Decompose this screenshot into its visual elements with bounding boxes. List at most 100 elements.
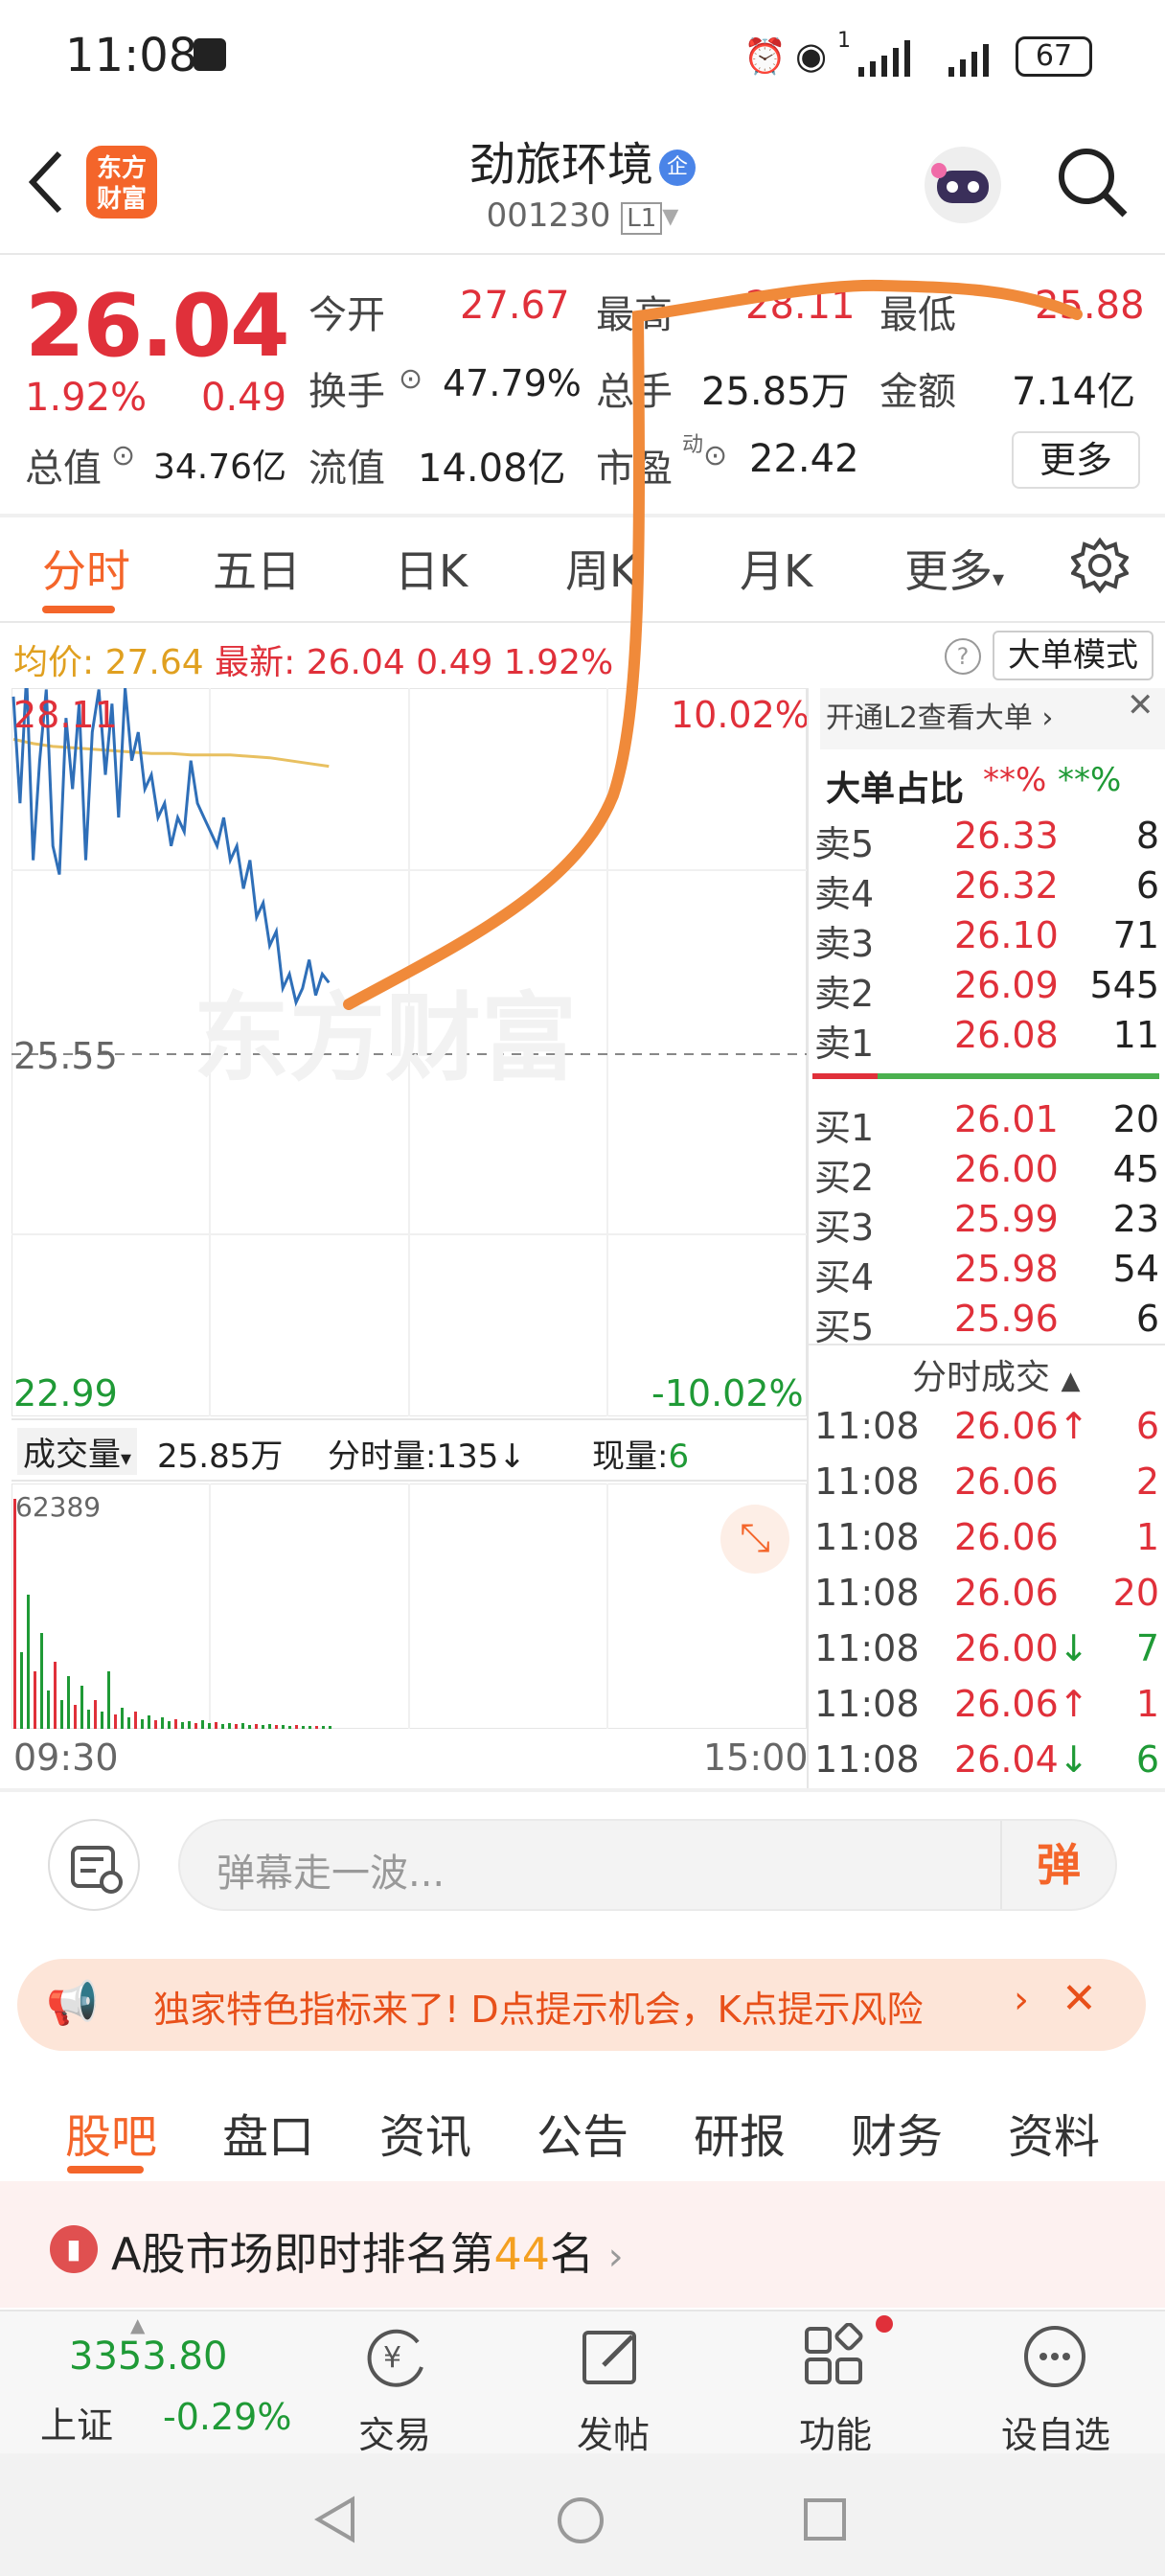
volume-bar (248, 1725, 251, 1729)
bid-volume: 54 (1112, 1248, 1159, 1290)
system-home-icon[interactable] (556, 2496, 605, 2545)
search-icon[interactable] (1054, 144, 1131, 220)
tab-daily-k[interactable]: 日K (395, 537, 468, 600)
l2-header[interactable]: 开通L2查看大单 › (820, 688, 1165, 749)
tick-price: 26.06 (954, 1460, 1059, 1503)
latest-value: 26.04 (306, 643, 405, 682)
ratio-bar-red (812, 1073, 878, 1079)
signal-icon-2 (948, 44, 989, 77)
caret-up-icon: ▲ (1061, 1367, 1081, 1395)
more-button[interactable]: 更多 (1012, 431, 1140, 489)
expand-icon[interactable]: ⤡ (720, 1505, 789, 1574)
functions-icon[interactable] (801, 2323, 868, 2390)
trade-icon[interactable]: ¥ (360, 2323, 431, 2390)
bid-price: 25.99 (954, 1198, 1059, 1240)
nav-post[interactable]: 发帖 (537, 2405, 690, 2458)
ask-row[interactable]: 卖3 26.10 71 (812, 914, 1159, 965)
tick-volume: 6 (1135, 1405, 1159, 1447)
ask-row[interactable]: 卖1 26.08 11 (812, 1014, 1159, 1065)
danmu-settings-icon[interactable] (48, 1819, 140, 1911)
intraday-price-chart[interactable]: 东方财富 (11, 688, 807, 1416)
low-label: 最低 (879, 293, 956, 337)
tab-finance[interactable]: 财务 (851, 2099, 943, 2166)
volume-bar (181, 1722, 184, 1729)
chevron-right-icon: › (607, 2235, 624, 2279)
tab-intraday[interactable]: 分时 (42, 537, 130, 600)
level-badge: L1 (621, 202, 663, 235)
tab-five-day[interactable]: 五日 (213, 537, 301, 600)
ask-price: 26.10 (954, 914, 1059, 956)
tab-profile[interactable]: 资料 (1008, 2099, 1100, 2166)
tick-time: 11:08 (814, 1405, 920, 1447)
ask-row[interactable]: 卖5 26.33 8 (812, 815, 1159, 865)
ticks-header[interactable]: 分时成交 ▲ (912, 1349, 1080, 1399)
ask-row[interactable]: 卖4 26.32 6 (812, 864, 1159, 915)
pe-sup: 动 (682, 433, 704, 457)
help-icon[interactable]: ? (945, 638, 981, 675)
volume-selector[interactable]: 成交量▾ (17, 1428, 138, 1475)
big-order-mode-button[interactable]: 大单模式 (993, 631, 1154, 680)
volume-bar (201, 1720, 204, 1729)
mktcap-label: 总值 (25, 447, 102, 491)
divider (0, 1788, 1165, 1792)
bid-row[interactable]: 买5 25.96 6 (812, 1298, 1159, 1348)
danmu-input[interactable]: 弹幕走一波... 弹 (178, 1819, 1117, 1911)
system-recents-icon[interactable] (803, 2497, 847, 2542)
ask-row[interactable]: 卖2 26.09 545 (812, 964, 1159, 1015)
promo-banner[interactable]: 📢 独家特色指标来了! D点提示机会，K点提示风险 › ✕ (17, 1959, 1146, 2051)
robot-assistant-icon[interactable] (920, 142, 1006, 228)
tab-more[interactable]: 更多▾ (904, 537, 1004, 600)
rank-banner[interactable]: ▮ A股市场即时排名第44名 › (0, 2181, 1165, 2308)
volume-bar (47, 1690, 50, 1729)
tick-time: 11:08 (814, 1627, 920, 1669)
volume-bar (262, 1725, 264, 1729)
close-icon[interactable]: ✕ (1062, 1974, 1097, 2023)
tab-announcements[interactable]: 公告 (537, 2099, 628, 2166)
nav-functions[interactable]: 功能 (759, 2405, 912, 2458)
tab-weekly-k[interactable]: 周K (565, 537, 638, 600)
tick-row: 11:08 26.06↑ 6 (812, 1405, 1159, 1455)
close-icon[interactable]: ✕ (1127, 686, 1154, 724)
minute-volume-label: 分时量: (328, 1438, 437, 1476)
bid-row[interactable]: 买4 25.98 54 (812, 1248, 1159, 1299)
ask-volume: 8 (1135, 815, 1159, 857)
tick-row: 11:08 26.04↓ 6 (812, 1738, 1159, 1788)
x-axis-end: 15:00 (703, 1736, 809, 1779)
watchlist-icon[interactable] (1021, 2323, 1088, 2390)
volume-bar (74, 1705, 77, 1729)
low-value: 25.88 (1035, 284, 1145, 328)
svg-text:¥: ¥ (383, 2341, 401, 2375)
tab-guba[interactable]: 股吧 (65, 2099, 157, 2166)
tab-monthly-k[interactable]: 月K (740, 537, 812, 600)
bid-row[interactable]: 买3 25.99 23 (812, 1198, 1159, 1249)
bid-row[interactable]: 买2 26.00 45 (812, 1148, 1159, 1199)
tick-volume: 2 (1135, 1460, 1159, 1503)
tick-price: 26.06 (954, 1516, 1059, 1558)
bid-price: 25.96 (954, 1298, 1059, 1340)
tab-research[interactable]: 研报 (694, 2099, 786, 2166)
tab-pankou[interactable]: 盘口 (222, 2099, 314, 2166)
stock-name: 劲旅环境 (468, 138, 653, 192)
tick-time: 11:08 (814, 1516, 920, 1558)
change-pct: 1.92% (25, 376, 148, 420)
ask-price: 26.08 (954, 1014, 1059, 1056)
tab-news[interactable]: 资讯 (379, 2099, 471, 2166)
index-ticker[interactable]: ▲ 3353.80 上证 -0.29% (0, 2310, 291, 2453)
bid-row[interactable]: 买1 26.01 20 (812, 1098, 1159, 1149)
nav-trade[interactable]: 交易 (318, 2405, 471, 2458)
post-icon[interactable] (579, 2323, 646, 2390)
ask-price: 26.33 (954, 815, 1059, 857)
nav-watchlist[interactable]: 设自选 (979, 2405, 1132, 2458)
high-value: 28.11 (745, 284, 856, 328)
danmu-send-button[interactable]: 弹 (1000, 1821, 1115, 1909)
system-back-icon[interactable] (314, 2496, 356, 2543)
divider (807, 1344, 1165, 1346)
pct-axis-bottom: -10.02% (651, 1372, 804, 1414)
settings-gear-icon[interactable] (1071, 537, 1129, 594)
rank-number: 44 (493, 2228, 551, 2280)
tab-active-indicator (42, 606, 115, 613)
chart-watermark: 东方财富 (194, 982, 577, 1094)
volume-chart[interactable] (11, 1484, 807, 1729)
volume-bar (228, 1723, 231, 1729)
status-bar: 11:08 ⏰ ◉ 1 67 (0, 0, 1165, 115)
